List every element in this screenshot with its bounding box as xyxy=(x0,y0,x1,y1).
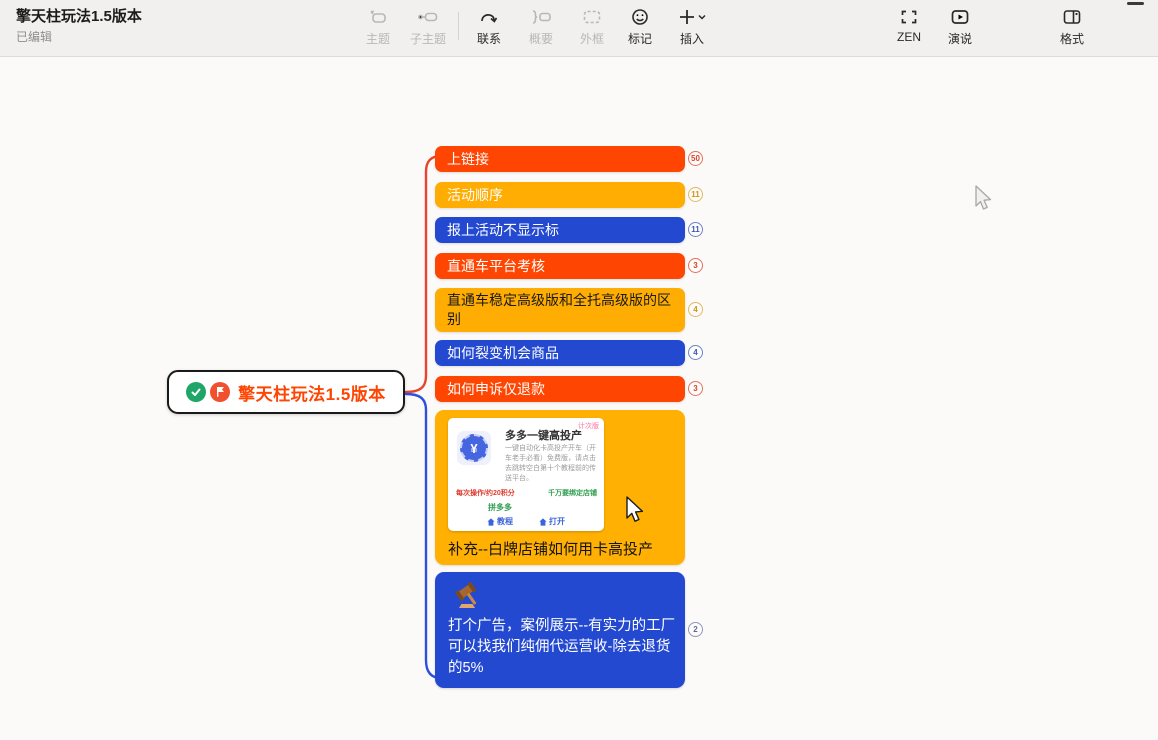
home-icon xyxy=(539,518,547,526)
topic-count-badge[interactable]: 3 xyxy=(688,381,703,396)
supplement-caption: 补充--白牌店铺如何用卡高投产 xyxy=(448,538,653,559)
summary-icon xyxy=(530,7,552,27)
branch-row: 直通车平台考核 3 xyxy=(435,253,707,279)
topic-count-badge[interactable]: 4 xyxy=(688,345,703,360)
document-status: 已编辑 xyxy=(16,28,52,45)
zen-mode-icon xyxy=(899,7,919,27)
toolbar-zen-button[interactable]: ZEN xyxy=(883,7,935,44)
header-bar: 擎天柱玩法1.5版本 已编辑 主题 子主题 xyxy=(0,0,1158,57)
app-window: 擎天柱玩法1.5版本 已编辑 主题 子主题 xyxy=(0,0,1158,740)
document-title: 擎天柱玩法1.5版本 xyxy=(16,5,142,26)
flag-icon[interactable] xyxy=(210,382,230,402)
presentation-play-icon xyxy=(950,7,970,27)
toolbar-marker-button[interactable]: 标记 xyxy=(614,7,666,47)
tutorial-link[interactable]: 教程 xyxy=(487,516,513,527)
toolbar-present-button[interactable]: 演说 xyxy=(934,7,986,47)
topic-count-badge[interactable]: 4 xyxy=(688,302,703,317)
topic-count-badge[interactable]: 11 xyxy=(688,222,703,237)
app-title: 多多一键高投产 xyxy=(505,427,582,443)
toolbar-summary-button[interactable]: 概要 xyxy=(515,7,567,47)
topic-count-badge[interactable]: 11 xyxy=(688,187,703,202)
app-platform-label: 拼多多 xyxy=(488,502,512,513)
topic-node-supplement[interactable]: 计次版 多多一键高投产 ¥ 一键自动化卡高投产开车（开车老手必看）免费版，请点击… xyxy=(435,410,685,565)
gavel-icon xyxy=(451,580,485,617)
toolbar-subtopic-button[interactable]: 子主题 xyxy=(402,7,454,47)
format-panel-icon xyxy=(1062,7,1082,27)
topic-count-badge[interactable]: 50 xyxy=(688,151,703,166)
topic-node-shensu-tuikuan[interactable]: 如何申诉仅退款 xyxy=(435,376,685,402)
topic-node-zhitongche-qubie[interactable]: 直通车稳定高级版和全托高级版的区别 xyxy=(435,288,685,332)
branch-row: 直通车稳定高级版和全托高级版的区别 4 xyxy=(435,288,707,332)
root-topic-node[interactable]: 擎天柱玩法1.5版本 xyxy=(167,370,405,414)
branch-row: 如何申诉仅退款 3 xyxy=(435,376,707,402)
branch-row: 上链接 50 xyxy=(435,146,707,172)
home-icon xyxy=(487,518,495,526)
app-description: 一键自动化卡高投产开车（开车老手必看）免费版，请点击去跳转空白第十个教程前的传送… xyxy=(505,444,599,484)
marker-smiley-icon xyxy=(631,7,649,27)
open-link[interactable]: 打开 xyxy=(539,516,565,527)
topic-icon xyxy=(368,7,388,27)
toolbar-insert-button[interactable]: 插入 xyxy=(666,7,718,47)
yuan-refresh-icon: ¥ xyxy=(457,431,491,465)
toolbar-divider xyxy=(458,12,459,40)
branch-row: 如何裂变机会商品 4 xyxy=(435,340,707,366)
subtopic-icon xyxy=(417,7,439,27)
topic-node-liebian-shangpin[interactable]: 如何裂变机会商品 xyxy=(435,340,685,366)
boundary-icon xyxy=(582,7,602,27)
app-note-green: 千万要绑定店铺 xyxy=(548,488,597,498)
toolbar-boundary-button[interactable]: 外框 xyxy=(566,7,618,47)
topic-count-badge[interactable]: 3 xyxy=(688,258,703,273)
relationship-icon xyxy=(479,7,499,27)
root-topic-label: 擎天柱玩法1.5版本 xyxy=(238,380,386,405)
toolbar-relationship-button[interactable]: 联系 xyxy=(463,7,515,47)
check-icon[interactable] xyxy=(186,382,206,402)
insert-plus-icon xyxy=(677,7,707,27)
branch-row: 报上活动不显示标 11 xyxy=(435,217,707,243)
topic-node-baoshanghuodong[interactable]: 报上活动不显示标 xyxy=(435,217,685,243)
branch-row: 活动顺序 11 xyxy=(435,182,707,208)
topic-count-badge[interactable]: 2 xyxy=(688,622,703,637)
toolbar-format-button[interactable]: 格式 xyxy=(1046,7,1098,47)
topic-node-ad[interactable]: 打个广告，案例展示--有实力的工厂可以找我们纯佣代运营收-除去退货的5% 2 xyxy=(435,572,685,688)
app-card-links: 教程 打开 xyxy=(448,516,604,527)
toolbar-topic-button[interactable]: 主题 xyxy=(352,7,404,47)
window-minimize-button[interactable] xyxy=(1127,2,1144,5)
topic-node-huodongshunxu[interactable]: 活动顺序 xyxy=(435,182,685,208)
ad-node-text: 打个广告，案例展示--有实力的工厂可以找我们纯佣代运营收-除去退货的5% xyxy=(448,616,676,679)
app-note-red: 每次操作/约20积分 xyxy=(456,488,515,498)
topic-node-shanglianjie[interactable]: 上链接 xyxy=(435,146,685,172)
topic-node-zhitongche-kaohe[interactable]: 直通车平台考核 xyxy=(435,253,685,279)
embedded-image-app-card[interactable]: 计次版 多多一键高投产 ¥ 一键自动化卡高投产开车（开车老手必看）免费版，请点击… xyxy=(448,418,604,531)
